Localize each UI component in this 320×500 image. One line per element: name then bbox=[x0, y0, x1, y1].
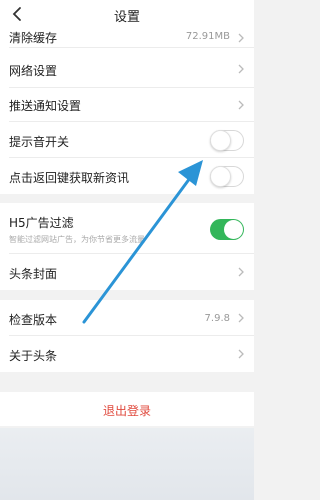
blurred-bottom-area bbox=[0, 428, 254, 500]
setting-network[interactable]: 网络设置 bbox=[0, 48, 254, 88]
chevron-right-icon bbox=[238, 349, 244, 359]
toggle-knob bbox=[224, 220, 243, 239]
chevron-right-icon bbox=[238, 33, 244, 43]
setting-sound: 提示音开关 bbox=[0, 122, 254, 158]
nav-bar: 设置 bbox=[0, 0, 254, 28]
setting-label: 关于头条 bbox=[9, 349, 58, 363]
setting-sublabel: 智能过滤网站广告，为你节省更多流量 bbox=[9, 235, 145, 244]
setting-back-refresh: 点击返回键获取新资讯 bbox=[0, 158, 254, 194]
setting-push-notifications[interactable]: 推送通知设置 bbox=[0, 88, 254, 122]
setting-label: 网络设置 bbox=[9, 64, 58, 78]
sound-toggle[interactable] bbox=[210, 130, 244, 151]
logout-label: 退出登录 bbox=[102, 404, 151, 418]
setting-label: 推送通知设置 bbox=[9, 99, 82, 113]
toggle-knob bbox=[210, 166, 231, 187]
chevron-right-icon bbox=[238, 313, 244, 323]
page-title: 设置 bbox=[113, 10, 140, 25]
setting-label: 提示音开关 bbox=[9, 135, 70, 149]
setting-h5-ad-filter: H5广告过滤 智能过滤网站广告，为你节省更多流量 bbox=[0, 203, 254, 254]
logout-button[interactable]: 退出登录 bbox=[0, 392, 254, 426]
cache-size-value: 72.91MB bbox=[185, 31, 230, 42]
chevron-right-icon bbox=[238, 64, 244, 74]
setting-label: 清除缓存 bbox=[9, 31, 58, 45]
back-refresh-toggle[interactable] bbox=[210, 166, 244, 187]
setting-clear-cache[interactable]: 清除缓存 72.91MB bbox=[0, 28, 254, 48]
setting-cover[interactable]: 头条封面 bbox=[0, 254, 254, 290]
h5-filter-toggle[interactable] bbox=[210, 219, 244, 240]
setting-label: H5广告过滤 bbox=[9, 216, 74, 230]
setting-check-version[interactable]: 检查版本 7.9.8 bbox=[0, 300, 254, 336]
version-value: 7.9.8 bbox=[204, 313, 230, 324]
setting-about[interactable]: 关于头条 bbox=[0, 336, 254, 372]
chevron-right-icon bbox=[238, 267, 244, 277]
setting-label: 检查版本 bbox=[9, 313, 58, 327]
setting-label: 点击返回键获取新资讯 bbox=[9, 171, 130, 185]
setting-label: 头条封面 bbox=[9, 267, 58, 281]
chevron-right-icon bbox=[238, 100, 244, 110]
toggle-knob bbox=[210, 130, 231, 151]
